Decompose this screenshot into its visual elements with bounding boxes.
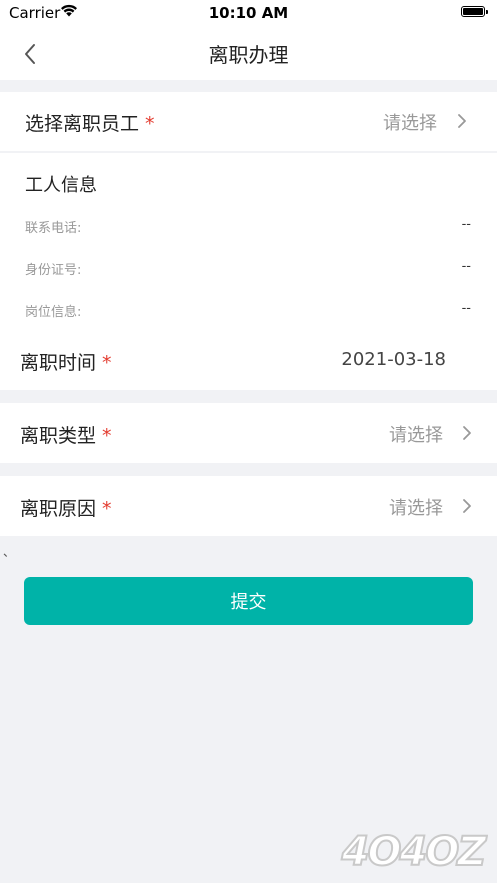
leave-date-label: 离职时间 * <box>20 352 112 374</box>
status-bar: Carrier 10:10 AM <box>0 0 497 26</box>
phone-value: -- <box>461 217 471 232</box>
required-mark: * <box>145 113 155 135</box>
worker-info-title: 工人信息 <box>25 175 97 196</box>
id-number-value: -- <box>461 259 471 274</box>
chevron-right-icon <box>463 426 471 440</box>
leave-reason-row[interactable]: 离职原因 * 请选择 <box>0 476 497 536</box>
status-time: 10:10 AM <box>208 4 289 22</box>
nav-bar: 离职办理 <box>0 26 497 80</box>
leave-type-label: 离职类型 * <box>20 425 112 447</box>
stray-mark: 、 <box>3 545 16 559</box>
battery-icon <box>461 6 488 17</box>
worker-info-card: 工人信息 联系电话: -- 身份证号: -- 岗位信息: -- 离职时间 * 20… <box>0 153 497 390</box>
page-title: 离职办理 <box>208 43 289 67</box>
position-value: -- <box>461 301 471 316</box>
chevron-right-icon <box>458 114 466 128</box>
chevron-right-icon <box>463 499 471 513</box>
required-mark: * <box>102 425 112 447</box>
leave-reason-label: 离职原因 * <box>20 498 112 520</box>
employee-select-row[interactable]: 选择离职员工 * 请选择 <box>0 92 497 151</box>
leave-date-value[interactable]: 2021-03-18 <box>341 349 446 370</box>
submit-button[interactable]: 提交 <box>24 577 473 625</box>
leave-reason-placeholder: 请选择 <box>389 498 443 519</box>
employee-select-label: 选择离职员工 * <box>25 113 155 135</box>
leave-type-placeholder: 请选择 <box>389 425 443 446</box>
leave-type-row[interactable]: 离职类型 * 请选择 <box>0 403 497 463</box>
id-number-label: 身份证号: <box>25 263 82 278</box>
employee-select-placeholder: 请选择 <box>383 113 437 134</box>
watermark-logo: 4O4OZ <box>340 828 488 876</box>
required-mark: * <box>102 352 112 374</box>
svg-text:4O4OZ: 4O4OZ <box>341 829 488 875</box>
phone-label: 联系电话: <box>25 221 82 236</box>
position-label: 岗位信息: <box>25 305 82 320</box>
required-mark: * <box>102 498 112 520</box>
